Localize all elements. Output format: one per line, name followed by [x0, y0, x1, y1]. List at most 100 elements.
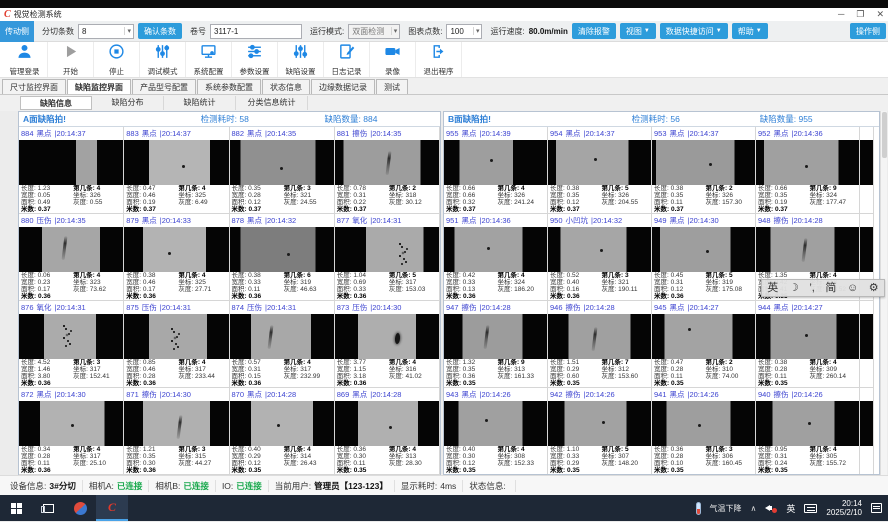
defect-cell[interactable]: 945 黑点 |20:14:27 长度: 0.47 宽度: 0.28 面积: 0…: [652, 301, 756, 388]
roll-number-input[interactable]: [210, 24, 302, 39]
defect-cell[interactable]: 950 小凹坑 |20:14:32 长度: 0.52 宽度: 0.40 面积: …: [548, 214, 652, 301]
action-sliders-v-button[interactable]: 缺陷设置: [278, 42, 324, 77]
defect-cell[interactable]: 941 黑点 |20:14:26 长度: 0.36 宽度: 0.28 面积: 0…: [652, 388, 756, 475]
defect-image[interactable]: [444, 140, 547, 185]
defect-cell[interactable]: 946 擦伤 |20:14:28 长度: 1.51 宽度: 0.29 面积: 0…: [548, 301, 652, 388]
defect-cell[interactable]: 877 氧化 |20:14:31 长度: 1.04 宽度: 0.69 面积: 0…: [335, 214, 440, 301]
defect-image[interactable]: [548, 314, 651, 359]
defect-image[interactable]: [860, 227, 873, 272]
defect-image[interactable]: [756, 227, 859, 272]
defect-image[interactable]: [860, 140, 873, 185]
defect-image[interactable]: [124, 140, 228, 185]
subtab-1[interactable]: 缺陷分布: [92, 96, 164, 110]
defect-image[interactable]: [335, 314, 439, 359]
defect-image[interactable]: [444, 401, 547, 446]
defect-image[interactable]: [230, 401, 334, 446]
action-play-button[interactable]: 开始: [48, 42, 94, 77]
subtab-3[interactable]: 分类信息统计: [236, 96, 308, 110]
defect-image[interactable]: [548, 401, 651, 446]
defect-cell[interactable]: 876 氧化 |20:14:31 长度: 4.52 宽度: 1.46 面积: 3…: [19, 301, 124, 388]
task-view-button[interactable]: [32, 495, 64, 521]
defect-cell[interactable]: 870 黑点 |20:14:28 长度: 0.40 宽度: 0.29 面积: 0…: [230, 388, 335, 475]
defect-cell[interactable]: 874 压伤 |20:14:31 长度: 0.57 宽度: 0.31 面积: 0…: [230, 301, 335, 388]
defect-image[interactable]: [124, 314, 228, 359]
defect-cell[interactable]: 944 黑点 |20:14:27 长度: 0.38 宽度: 0.28 面积: 0…: [756, 301, 860, 388]
start-button[interactable]: [0, 495, 32, 521]
taskbar-app-1[interactable]: [64, 495, 96, 521]
close-icon[interactable]: ✕: [876, 9, 884, 20]
operate-side-button[interactable]: 操作侧: [850, 23, 886, 39]
ime-punctuation-icon[interactable]: ’,: [809, 280, 815, 296]
clear-alarm-button[interactable]: 清除报警: [572, 23, 616, 39]
action-center-icon[interactable]: [871, 503, 882, 513]
ime-emoji-icon[interactable]: ☺: [847, 280, 858, 296]
defect-image[interactable]: [652, 140, 755, 185]
action-stop-button[interactable]: 停止: [94, 42, 140, 77]
subtab-2[interactable]: 缺陷统计: [164, 96, 236, 110]
defect-image[interactable]: [756, 401, 859, 446]
defect-cell[interactable]: 883 黑点 |20:14:37 长度: 0.47 宽度: 0.46 面积: 0…: [124, 127, 229, 214]
defect-cell[interactable]: 947 擦伤 |20:14:28 长度: 1.32 宽度: 0.35 面积: 0…: [444, 301, 548, 388]
defect-image[interactable]: [124, 401, 228, 446]
action-log-button[interactable]: 日志记录: [324, 42, 370, 77]
defect-cell[interactable]: 952 黑点 |20:14:36 长度: 0.66 宽度: 0.35 面积: 0…: [756, 127, 860, 214]
defect-image[interactable]: [652, 227, 755, 272]
defect-cell[interactable]: 884 黑点 |20:14:37 长度: 1.23 宽度: 0.05 面积: 0…: [19, 127, 124, 214]
ime-settings-gear-icon[interactable]: ⚙: [869, 280, 879, 296]
defect-cell[interactable]: 881 擦伤 |20:14:35 长度: 0.78 宽度: 0.31 面积: 0…: [335, 127, 440, 214]
defect-cell[interactable]: 873 压伤 |20:14:30 长度: 3.77 宽度: 1.15 面积: 3…: [335, 301, 440, 388]
defect-cell[interactable]: 878 黑点 |20:14:32 长度: 0.38 宽度: 0.33 面积: 0…: [230, 214, 335, 301]
ime-simplified-mode[interactable]: 简: [825, 280, 836, 296]
action-user-button[interactable]: 管理登录: [2, 42, 48, 77]
defect-cell[interactable]: 879 黑点 |20:14:33 长度: 0.38 宽度: 0.46 面积: 0…: [124, 214, 229, 301]
defect-image[interactable]: [19, 401, 123, 446]
action-monitor-button[interactable]: 系统配置: [186, 42, 232, 77]
defect-image[interactable]: [756, 140, 859, 185]
run-mode-select[interactable]: 双面检测 ▾: [348, 24, 400, 39]
minimize-icon[interactable]: ─: [838, 9, 844, 20]
defect-image[interactable]: [230, 227, 334, 272]
defect-image[interactable]: [19, 227, 123, 272]
defect-image[interactable]: [548, 227, 651, 272]
tab-3[interactable]: 系统参数配置: [197, 79, 261, 94]
defect-cell[interactable]: 869 黑点 |20:14:28 长度: 0.36 宽度: 0.30 面积: 0…: [335, 388, 440, 475]
defect-cell[interactable]: 949 黑点 |20:14:30 长度: 0.45 宽度: 0.31 面积: 0…: [652, 214, 756, 301]
tab-0[interactable]: 尺寸监控界面: [2, 79, 66, 94]
confirm-count-button[interactable]: 确认条数: [138, 23, 182, 39]
volume-icon[interactable]: [765, 503, 777, 513]
tab-4[interactable]: 状态信息: [262, 79, 310, 94]
tab-5[interactable]: 边缘数据记录: [311, 79, 375, 94]
defect-cell[interactable]: 955 黑点 |20:14:39 长度: 0.66 宽度: 0.66 面积: 0…: [444, 127, 548, 214]
action-sliders-h-button[interactable]: 参数设置: [232, 42, 278, 77]
defect-image[interactable]: [860, 314, 873, 359]
defect-cell[interactable]: 882 黑点 |20:14:35 长度: 0.35 宽度: 0.28 面积: 0…: [230, 127, 335, 214]
action-camera-button[interactable]: 录像: [370, 42, 416, 77]
defect-cell[interactable]: 943 黑点 |20:14:26 长度: 0.40 宽度: 0.30 面积: 0…: [444, 388, 548, 475]
slit-count-select[interactable]: 8 ▾: [78, 24, 134, 39]
subtab-0[interactable]: 缺陷信息: [20, 96, 92, 110]
help-menu-button[interactable]: 帮助▼: [732, 23, 768, 39]
defect-image[interactable]: [335, 401, 439, 446]
defect-cell[interactable]: 875 压伤 |20:14:31 长度: 0.85 宽度: 0.46 面积: 0…: [124, 301, 229, 388]
taskbar-clock[interactable]: 20:14 2025/2/10: [826, 499, 862, 517]
defect-image[interactable]: [444, 227, 547, 272]
action-exit-button[interactable]: 退出程序: [416, 42, 462, 77]
chart-points-select[interactable]: 100 ▾: [446, 24, 482, 39]
defect-image[interactable]: [860, 401, 873, 446]
action-tune-button[interactable]: 调试模式: [140, 42, 186, 77]
scrollbar-thumb[interactable]: [882, 112, 887, 158]
defect-image[interactable]: [444, 314, 547, 359]
touch-keyboard-icon[interactable]: [804, 504, 817, 513]
view-menu-button[interactable]: 视图▼: [620, 23, 656, 39]
weather-text[interactable]: 气温下降: [710, 503, 742, 514]
ime-toolbar[interactable]: 英☽’,简☺⚙: [761, 279, 885, 297]
weather-thermometer-icon[interactable]: [696, 502, 701, 515]
defect-image[interactable]: [335, 140, 439, 185]
defect-cell[interactable]: 872 黑点 |20:14:30 长度: 0.34 宽度: 0.28 面积: 0…: [19, 388, 124, 475]
defect-image[interactable]: [335, 227, 439, 272]
defect-cell[interactable]: 942 擦伤 |20:14:26 长度: 1.10 宽度: 0.33 面积: 0…: [548, 388, 652, 475]
ime-lang-mode[interactable]: 英: [767, 280, 778, 296]
defect-image[interactable]: [756, 314, 859, 359]
defect-cell[interactable]: 953 黑点 |20:14:37 长度: 0.38 宽度: 0.35 面积: 0…: [652, 127, 756, 214]
defect-image[interactable]: [19, 140, 123, 185]
